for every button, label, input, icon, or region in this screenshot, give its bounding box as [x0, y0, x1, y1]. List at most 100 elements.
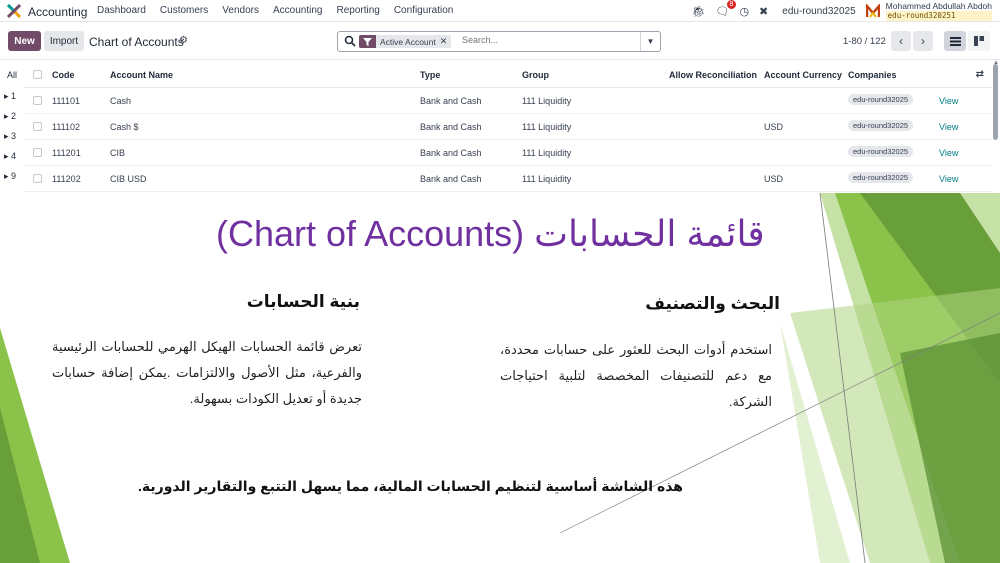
group-all[interactable]: All — [7, 70, 17, 80]
table-row[interactable]: 111201 CIB Bank and Cash 111 Liquidity e… — [23, 140, 992, 166]
optional-columns-icon[interactable]: ⇄ — [976, 69, 984, 80]
menu-dashboard[interactable]: Dashboard — [97, 5, 146, 16]
cell-group: 111 Liquidity — [522, 96, 572, 106]
right-paragraph: استخدم أدوات البحث للعثور على حسابات محد… — [500, 342, 772, 409]
kanban-view-button[interactable] — [968, 31, 990, 51]
tools-icon[interactable]: ✖ — [759, 5, 768, 18]
slide-title: قائمة الحسابات (Chart of Accounts) — [216, 213, 765, 254]
left-heading: بنية الحسابات — [246, 292, 360, 311]
accounts-table: Code Account Name Type Group Allow Recon… — [23, 62, 992, 193]
search-facet: Active Account ✕ — [359, 35, 452, 48]
slide-footer-text: هذه الشاشة أساسية لتنظيم الحسابات المالي… — [138, 478, 683, 494]
pager-value[interactable]: 1-80 / 122 — [843, 36, 886, 47]
search-input[interactable] — [462, 35, 632, 45]
row-checkbox[interactable] — [33, 148, 42, 157]
cell-account-name: CIB USD — [110, 174, 147, 184]
search-icon[interactable] — [344, 35, 356, 47]
new-button[interactable]: New — [8, 31, 41, 51]
header-companies[interactable]: Companies — [848, 70, 897, 80]
select-all-checkbox[interactable] — [33, 70, 42, 79]
import-button[interactable]: Import — [44, 31, 84, 51]
menu-vendors[interactable]: Vendors — [222, 5, 259, 16]
main-menu: Dashboard Customers Vendors Accounting R… — [97, 5, 467, 16]
caret-down-icon: ▼ — [646, 37, 655, 46]
view-link[interactable]: View — [939, 148, 958, 158]
control-panel: New Import Chart of Accounts ⚙ Active Ac… — [0, 22, 1000, 60]
view-link[interactable]: View — [939, 96, 958, 106]
company-badge: edu-round32025 — [848, 94, 914, 105]
table-scrollbar[interactable] — [993, 64, 998, 140]
group-panel: All ▸ 1 ▸ 2 ▸ 3 ▸ 4 ▸ 9 — [0, 62, 22, 192]
user-name: Mohammed Abdullah Abdoh — [885, 1, 992, 11]
cell-group: 111 Liquidity — [522, 148, 572, 158]
group-label: 9 — [11, 171, 17, 181]
user-menu[interactable]: Mohammed Abdullah Abdoh edu-round320251 — [885, 1, 992, 21]
user-avatar[interactable] — [865, 4, 880, 18]
cell-group: 111 Liquidity — [522, 122, 572, 132]
group-item[interactable]: ▸ 1 — [4, 91, 16, 102]
app-name[interactable]: Accounting — [28, 5, 87, 19]
table-row[interactable]: 111202 CIB USD Bank and Cash 111 Liquidi… — [23, 166, 992, 192]
list-view-button[interactable] — [944, 31, 966, 51]
pager-previous[interactable]: ‹ — [891, 31, 911, 51]
company-badge: edu-round32025 — [848, 146, 914, 157]
remove-facet-icon[interactable]: ✕ — [440, 36, 452, 47]
row-checkbox[interactable] — [33, 96, 42, 105]
messages-menu[interactable]: 🗨︎ 8 — [715, 0, 737, 18]
menu-accounting[interactable]: Accounting — [273, 5, 322, 16]
right-heading: البحث والتصنيف — [645, 294, 780, 313]
menu-configuration[interactable]: Configuration — [394, 5, 453, 16]
cell-type: Bank and Cash — [420, 96, 482, 106]
chevron-right-icon: › — [921, 34, 925, 48]
bug-icon[interactable]: 🐞︎ — [692, 5, 706, 18]
group-label: 3 — [11, 131, 17, 141]
cell-currency: USD — [764, 122, 784, 132]
cell-code: 111202 — [52, 174, 81, 184]
view-link[interactable]: View — [939, 174, 958, 184]
table-header: Code Account Name Type Group Allow Recon… — [23, 62, 992, 88]
search-bar: Active Account ✕ ▼ — [337, 31, 661, 52]
cell-currency: USD — [764, 174, 784, 184]
row-checkbox[interactable] — [33, 174, 42, 183]
header-account-name[interactable]: Account Name — [110, 70, 173, 80]
group-item[interactable]: ▸ 2 — [4, 111, 16, 122]
group-item[interactable]: ▸ 4 — [4, 151, 16, 162]
cell-code: 111101 — [52, 96, 81, 106]
header-account-currency[interactable]: Account Currency — [764, 70, 842, 80]
accounting-app-icon[interactable] — [7, 4, 21, 18]
gear-icon[interactable]: ⚙ — [179, 35, 188, 46]
list-icon — [949, 36, 961, 46]
menu-customers[interactable]: Customers — [160, 5, 208, 16]
cell-account-name: Cash $ — [110, 122, 139, 132]
top-navbar: Accounting Dashboard Customers Vendors A… — [0, 0, 1000, 22]
table-row[interactable]: 111101 Cash Bank and Cash 111 Liquidity … — [23, 88, 992, 114]
left-paragraph: تعرض قائمة الحسابات الهيكل الهرمي للحساب… — [52, 339, 362, 406]
screen: Accounting Dashboard Customers Vendors A… — [0, 0, 1000, 563]
group-label: 4 — [11, 151, 17, 161]
cell-group: 111 Liquidity — [522, 174, 572, 184]
company-switcher[interactable]: edu-round32025 — [782, 6, 855, 17]
header-code[interactable]: Code — [52, 70, 75, 80]
pager-next[interactable]: › — [913, 31, 933, 51]
cell-code: 111201 — [52, 148, 81, 158]
search-options-toggle[interactable]: ▼ — [640, 32, 660, 51]
database-name: edu-round320251 — [885, 11, 992, 21]
group-label: 2 — [11, 111, 17, 121]
header-allow-reconciliation[interactable]: Allow Reconciliation — [669, 70, 757, 80]
menu-reporting[interactable]: Reporting — [336, 5, 379, 16]
group-label: 1 — [11, 91, 17, 101]
view-link[interactable]: View — [939, 122, 958, 132]
header-type[interactable]: Type — [420, 70, 440, 80]
group-item[interactable]: ▸ 3 — [4, 131, 16, 142]
row-checkbox[interactable] — [33, 122, 42, 131]
breadcrumb: Chart of Accounts — [89, 35, 184, 49]
chevron-left-icon: ‹ — [899, 34, 903, 48]
group-item[interactable]: ▸ 9 — [4, 171, 16, 182]
table-row[interactable]: 111102 Cash $ Bank and Cash 111 Liquidit… — [23, 114, 992, 140]
cell-code: 111102 — [52, 122, 81, 132]
header-group[interactable]: Group — [522, 70, 549, 80]
company-badge: edu-round32025 — [848, 120, 914, 131]
kanban-icon — [974, 36, 984, 46]
cell-account-name: Cash — [110, 96, 132, 106]
clock-icon[interactable]: ◷ — [739, 5, 749, 18]
